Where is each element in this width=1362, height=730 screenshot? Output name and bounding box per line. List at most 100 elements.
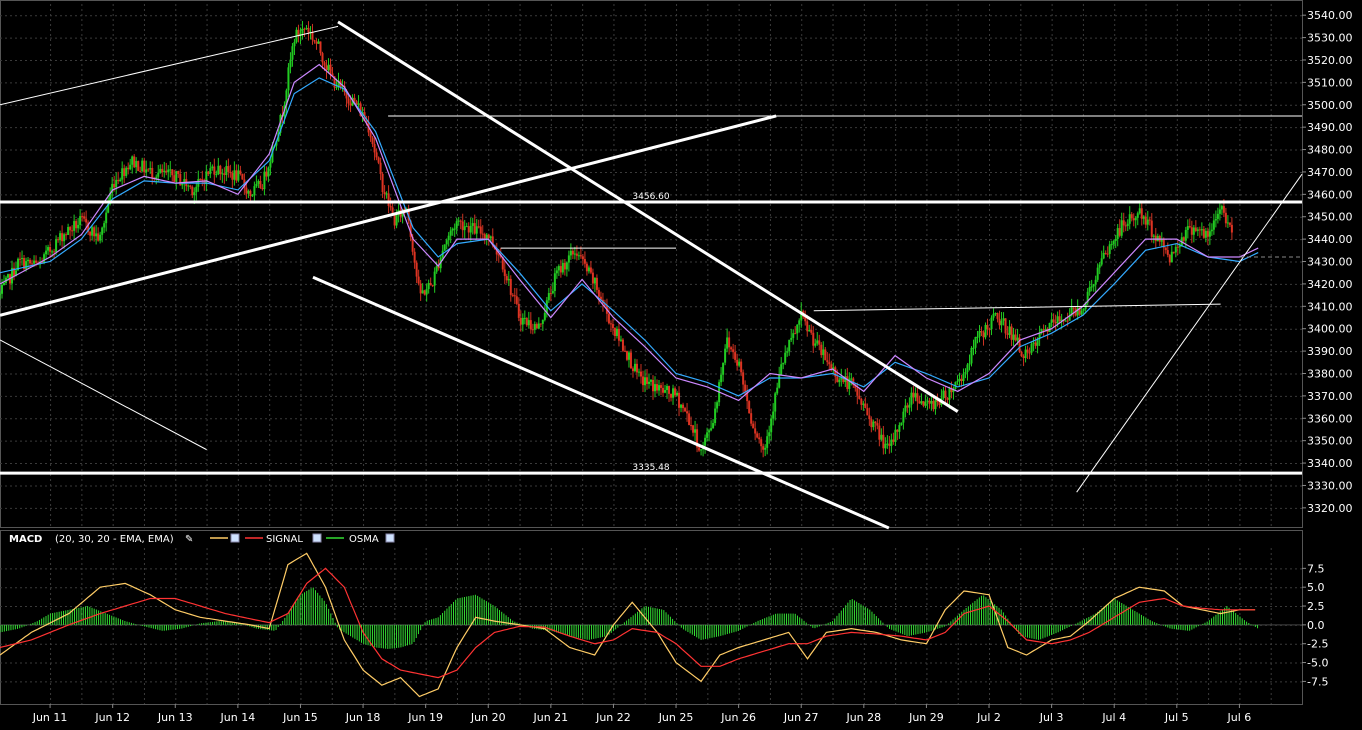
candle-body xyxy=(1192,227,1195,235)
candle-body xyxy=(611,324,614,329)
candle-body xyxy=(764,447,767,450)
candle-body xyxy=(1090,286,1093,288)
macd-y-tick-label: 0.0 xyxy=(1307,619,1325,632)
candle-body xyxy=(876,423,879,426)
candle-body xyxy=(912,392,915,398)
candle-body xyxy=(117,179,120,182)
candle-body xyxy=(189,185,192,187)
candle-body xyxy=(690,425,693,427)
candle-body xyxy=(1072,307,1075,309)
candle-body xyxy=(147,169,150,171)
candle-body xyxy=(387,193,390,206)
candle-body xyxy=(742,372,745,385)
candle-body xyxy=(637,371,640,373)
candle-body xyxy=(513,295,516,297)
candle-body xyxy=(429,282,432,286)
candle-body xyxy=(1082,308,1085,311)
candle-body xyxy=(964,372,967,374)
candle-body xyxy=(994,313,997,315)
candle-body xyxy=(143,160,146,173)
candle-body xyxy=(245,187,248,194)
x-tick-label: Jun 26 xyxy=(720,711,756,724)
candle-body xyxy=(269,162,272,168)
candle-body xyxy=(317,41,320,44)
candle-body xyxy=(55,239,58,253)
candle-body xyxy=(666,386,669,391)
candle-body xyxy=(706,432,709,438)
candle-body xyxy=(1124,225,1127,227)
candle-body xyxy=(581,256,584,260)
candle-body xyxy=(670,393,673,398)
candle-body xyxy=(672,388,675,398)
candle-body xyxy=(225,166,228,175)
candle-body xyxy=(1058,316,1061,322)
candle-body xyxy=(1134,217,1137,221)
candle-body xyxy=(139,171,142,173)
candle-body xyxy=(1034,342,1037,346)
ema-slow-line xyxy=(0,77,1259,397)
price-y-tick-label: 3410.00 xyxy=(1307,300,1353,313)
price-y-tick-label: 3400.00 xyxy=(1307,323,1353,336)
candle-body xyxy=(932,400,935,410)
candle-body xyxy=(754,428,757,434)
candle-body xyxy=(613,328,616,336)
x-tick-label: Jun 14 xyxy=(220,711,256,724)
candle-body xyxy=(1186,226,1189,230)
candle-body xyxy=(870,419,873,428)
price-y-tick-label: 3380.00 xyxy=(1307,367,1353,380)
candle-body xyxy=(866,408,869,416)
candle-body xyxy=(357,103,360,105)
candle-body xyxy=(720,374,723,383)
candle-body xyxy=(1116,228,1119,239)
price-y-tick-label: 3420.00 xyxy=(1307,278,1353,291)
candle-body xyxy=(209,168,212,175)
candle-body xyxy=(619,339,622,341)
macd-y-tick-label: 5.0 xyxy=(1307,581,1325,594)
candle-body xyxy=(1224,212,1227,224)
candle-body xyxy=(796,324,799,334)
candle-body xyxy=(1022,356,1025,358)
candle-body xyxy=(1144,216,1147,225)
x-tick-label: Jun 22 xyxy=(595,711,631,724)
candle-body xyxy=(231,173,234,180)
candle-body xyxy=(477,226,480,228)
candle-body xyxy=(652,379,655,392)
candle-body xyxy=(1178,245,1181,248)
candle-body xyxy=(812,332,815,346)
candle-body xyxy=(233,170,236,180)
candle-body xyxy=(507,278,510,281)
candle-body xyxy=(760,439,763,447)
candle-body xyxy=(922,401,925,406)
x-tick-label: Jun 11 xyxy=(32,711,68,724)
candle-body xyxy=(868,415,871,420)
candle-body xyxy=(575,253,578,256)
candle-body xyxy=(393,214,396,226)
candle-body xyxy=(221,173,224,175)
x-tick-label: Jul 5 xyxy=(1164,711,1189,724)
candle-body xyxy=(712,423,715,429)
candle-body xyxy=(1024,349,1027,358)
x-tick-label: Jul 4 xyxy=(1101,711,1126,724)
candle-body xyxy=(716,402,719,409)
price-y-tick-label: 3350.00 xyxy=(1307,435,1353,448)
x-tick-label: Jul 2 xyxy=(976,711,1001,724)
candle-body xyxy=(664,390,667,393)
candle-body xyxy=(265,171,268,177)
candle-body xyxy=(890,439,893,446)
candle-body xyxy=(517,303,520,318)
candle-body xyxy=(249,190,252,197)
candle-body xyxy=(553,273,556,292)
candle-body xyxy=(676,392,679,396)
candle-body xyxy=(926,400,929,402)
x-tick-label: Jun 15 xyxy=(282,711,318,724)
candle-body xyxy=(169,169,172,171)
candle-body xyxy=(1190,227,1193,235)
candle-body xyxy=(1080,310,1083,315)
candle-body xyxy=(449,230,452,236)
candle-body xyxy=(105,212,108,224)
candle-body xyxy=(113,183,116,188)
chart: 3320.00 3330.00 3340.00 3350.00 3360.00 3370.… xyxy=(0,0,1362,730)
candle-body xyxy=(541,319,544,324)
candle-body xyxy=(171,169,174,176)
candle-body xyxy=(453,228,456,230)
